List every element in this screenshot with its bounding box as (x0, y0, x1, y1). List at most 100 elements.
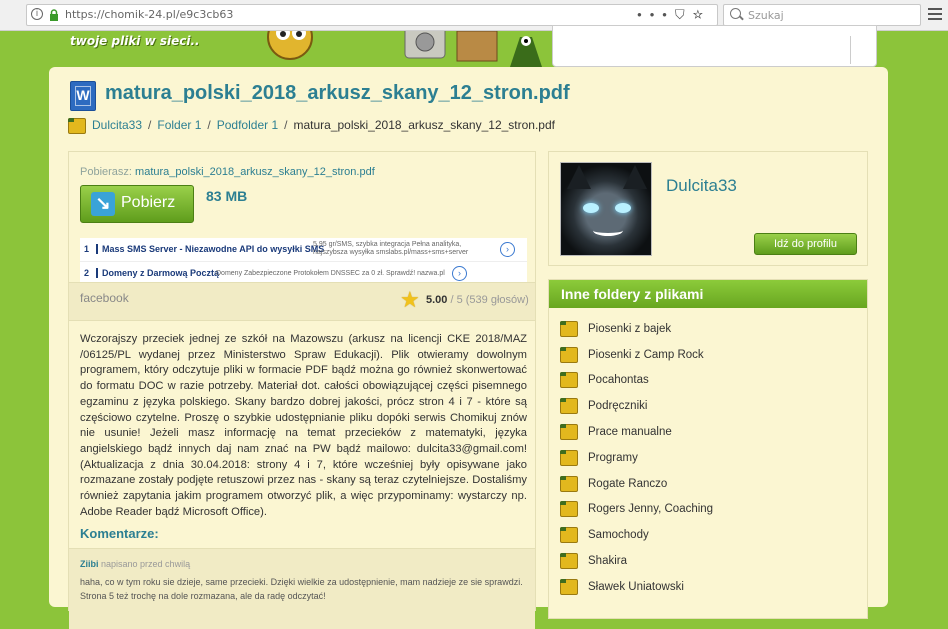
lock-icon (50, 9, 58, 21)
social-rating-bar: facebook ★ 5.00 / 5 (539 głosów) (69, 282, 535, 321)
download-arrow-icon: ↘ (91, 192, 115, 216)
avatar-ear (567, 165, 591, 189)
other-folders-box: Inne foldery z plikami Piosenki z bajek … (548, 279, 868, 619)
go-to-profile-button[interactable]: Idź do profilu (754, 233, 857, 255)
breadcrumb-separator: / (284, 118, 288, 133)
rating-value: 5.00 (426, 294, 448, 306)
downloading-label: Pobierasz: (80, 166, 132, 178)
profile-box: Dulcita33 Idź do profilu (548, 151, 868, 266)
ad-desc-line: 5,95 gr/SMS, szybka integracja Pełna ana… (313, 241, 462, 248)
rating-star-icon[interactable]: ★ (400, 289, 420, 311)
avatar-eye (615, 203, 631, 213)
avatar-eye (583, 203, 599, 213)
comment-author[interactable]: Ziibi (80, 559, 99, 569)
folder-label[interactable]: Pocahontas (588, 374, 649, 386)
chevron-right-icon[interactable]: › (500, 242, 515, 257)
folder-label[interactable]: Piosenki z bajek (588, 323, 671, 335)
shield-icon[interactable]: ⛉ (675, 7, 693, 22)
folder-icon (560, 449, 578, 466)
folder-icon (560, 346, 578, 363)
ad-description: Domeny Zabezpieczone Protokołem DNSSEC z… (216, 270, 445, 278)
folder-icon (560, 320, 578, 337)
info-icon[interactable]: i (31, 8, 43, 20)
comment-text: haha, co w tym roku sie dzieje, same prz… (80, 577, 523, 601)
downloading-file-link[interactable]: matura_polski_2018_arkusz_skany_12_stron… (135, 166, 375, 178)
download-button-label: Pobierz (121, 194, 176, 211)
site-search-button[interactable] (850, 36, 876, 64)
folder-item[interactable]: Piosenki z bajek (560, 316, 713, 342)
rating-text: 5.00 / 5 (539 głosów) (426, 294, 529, 306)
site-header: twoje pliki w sieci.. (0, 25, 948, 67)
folder-icon (560, 372, 578, 389)
file-size: 83 MB (206, 188, 248, 204)
downloading-info: Pobierasz: matura_polski_2018_arkusz_ska… (80, 166, 375, 178)
chevron-right-icon[interactable]: › (452, 266, 467, 281)
ad-row[interactable]: 1 Mass SMS Server - Niezawodne API do wy… (80, 238, 527, 262)
folder-item[interactable]: Programy (560, 445, 713, 471)
avatar-ear (623, 165, 647, 189)
folder-icon (560, 501, 578, 518)
folder-item[interactable]: Rogers Jenny, Coaching (560, 497, 713, 523)
breadcrumb-separator: / (148, 118, 152, 133)
site-search-box[interactable] (552, 25, 877, 67)
breadcrumb-folder[interactable]: Folder 1 (157, 118, 201, 132)
folder-icon (560, 424, 578, 441)
browser-search-box[interactable]: Szukaj (723, 4, 921, 26)
star-icon[interactable]: ☆ (693, 7, 711, 22)
page-title: matura_polski_2018_arkusz_skany_12_stron… (105, 82, 570, 104)
user-folder-icon (68, 118, 86, 134)
file-description: Wczorajszy przeciek jednej ze szkół na M… (80, 333, 527, 518)
avatar[interactable] (560, 162, 652, 256)
folder-label[interactable]: Podręczniki (588, 400, 647, 412)
folder-item[interactable]: Rogate Ranczo (560, 471, 713, 497)
avatar-mouth (593, 225, 623, 236)
folder-label[interactable]: Samochody (588, 529, 649, 541)
folder-item[interactable]: Sławek Uniatowski (560, 574, 713, 600)
comment-item: Ziibi napisano przed chwilą haha, co w t… (69, 548, 535, 629)
breadcrumb-user[interactable]: Dulcita33 (92, 118, 142, 132)
breadcrumb-separator: / (207, 118, 211, 133)
url-text[interactable]: https://chomik-24.pl/e9c3cb63 (65, 8, 233, 21)
facebook-link[interactable]: facebook (80, 291, 129, 305)
ad-title[interactable]: Domeny z Darmową Pocztą (96, 268, 219, 278)
folder-icon (560, 398, 578, 415)
folder-icon (560, 553, 578, 570)
ad-block: 1 Mass SMS Server - Niezawodne API do wy… (80, 238, 527, 286)
folder-label[interactable]: Programy (588, 452, 638, 464)
breadcrumb: Dulcita33 / Folder 1 / Podfolder 1 / matura_po… (68, 118, 555, 134)
folder-icon (560, 527, 578, 544)
browser-search-placeholder: Szukaj (748, 9, 784, 22)
address-bar[interactable]: i https://chomik-24.pl/e9c3cb63 •••⛉☆ (26, 4, 718, 26)
folder-item[interactable]: Podręczniki (560, 393, 713, 419)
folder-label[interactable]: Prace manualne (588, 426, 672, 438)
word-file-icon: W (70, 81, 96, 111)
folder-label[interactable]: Piosenki z Camp Rock (588, 349, 704, 361)
folder-icon (560, 475, 578, 492)
rating-votes: / 5 (539 głosów) (450, 294, 529, 306)
folder-item[interactable]: Piosenki z Camp Rock (560, 342, 713, 368)
menu-icon[interactable] (928, 8, 942, 23)
comments-heading: Komentarze: (80, 526, 159, 541)
comment-time: napisano przed chwilą (101, 559, 191, 569)
folder-icon (560, 578, 578, 595)
ad-title[interactable]: Mass SMS Server - Niezawodne API do wysy… (96, 244, 324, 254)
folder-label[interactable]: Rogate Ranczo (588, 478, 667, 490)
comment-meta: Ziibi napisano przed chwilą (80, 559, 190, 569)
folder-item[interactable]: Pocahontas (560, 368, 713, 394)
file-panel: Pobierasz: matura_polski_2018_arkusz_ska… (68, 151, 536, 629)
more-icon[interactable]: ••• (637, 7, 675, 22)
download-button[interactable]: ↘ Pobierz (80, 185, 194, 223)
ad-desc-line: Domeny Zabezpieczone Protokołem DNSSEC z… (216, 270, 445, 277)
folder-item[interactable]: Prace manualne (560, 419, 713, 445)
page-actions[interactable]: •••⛉☆ (637, 7, 711, 23)
breadcrumb-subfolder[interactable]: Podfolder 1 (217, 118, 278, 132)
folder-label[interactable]: Rogers Jenny, Coaching (588, 503, 713, 515)
folder-label[interactable]: Shakira (588, 555, 627, 567)
folder-item[interactable]: Samochody (560, 522, 713, 548)
folder-item[interactable]: Shakira (560, 548, 713, 574)
folder-label[interactable]: Sławek Uniatowski (588, 581, 684, 593)
other-folders-heading: Inne foldery z plikami (549, 280, 867, 308)
main-content: W matura_polski_2018_arkusz_skany_12_str… (49, 67, 888, 629)
site-tagline: twoje pliki w sieci.. (70, 34, 200, 48)
profile-username[interactable]: Dulcita33 (666, 176, 737, 196)
